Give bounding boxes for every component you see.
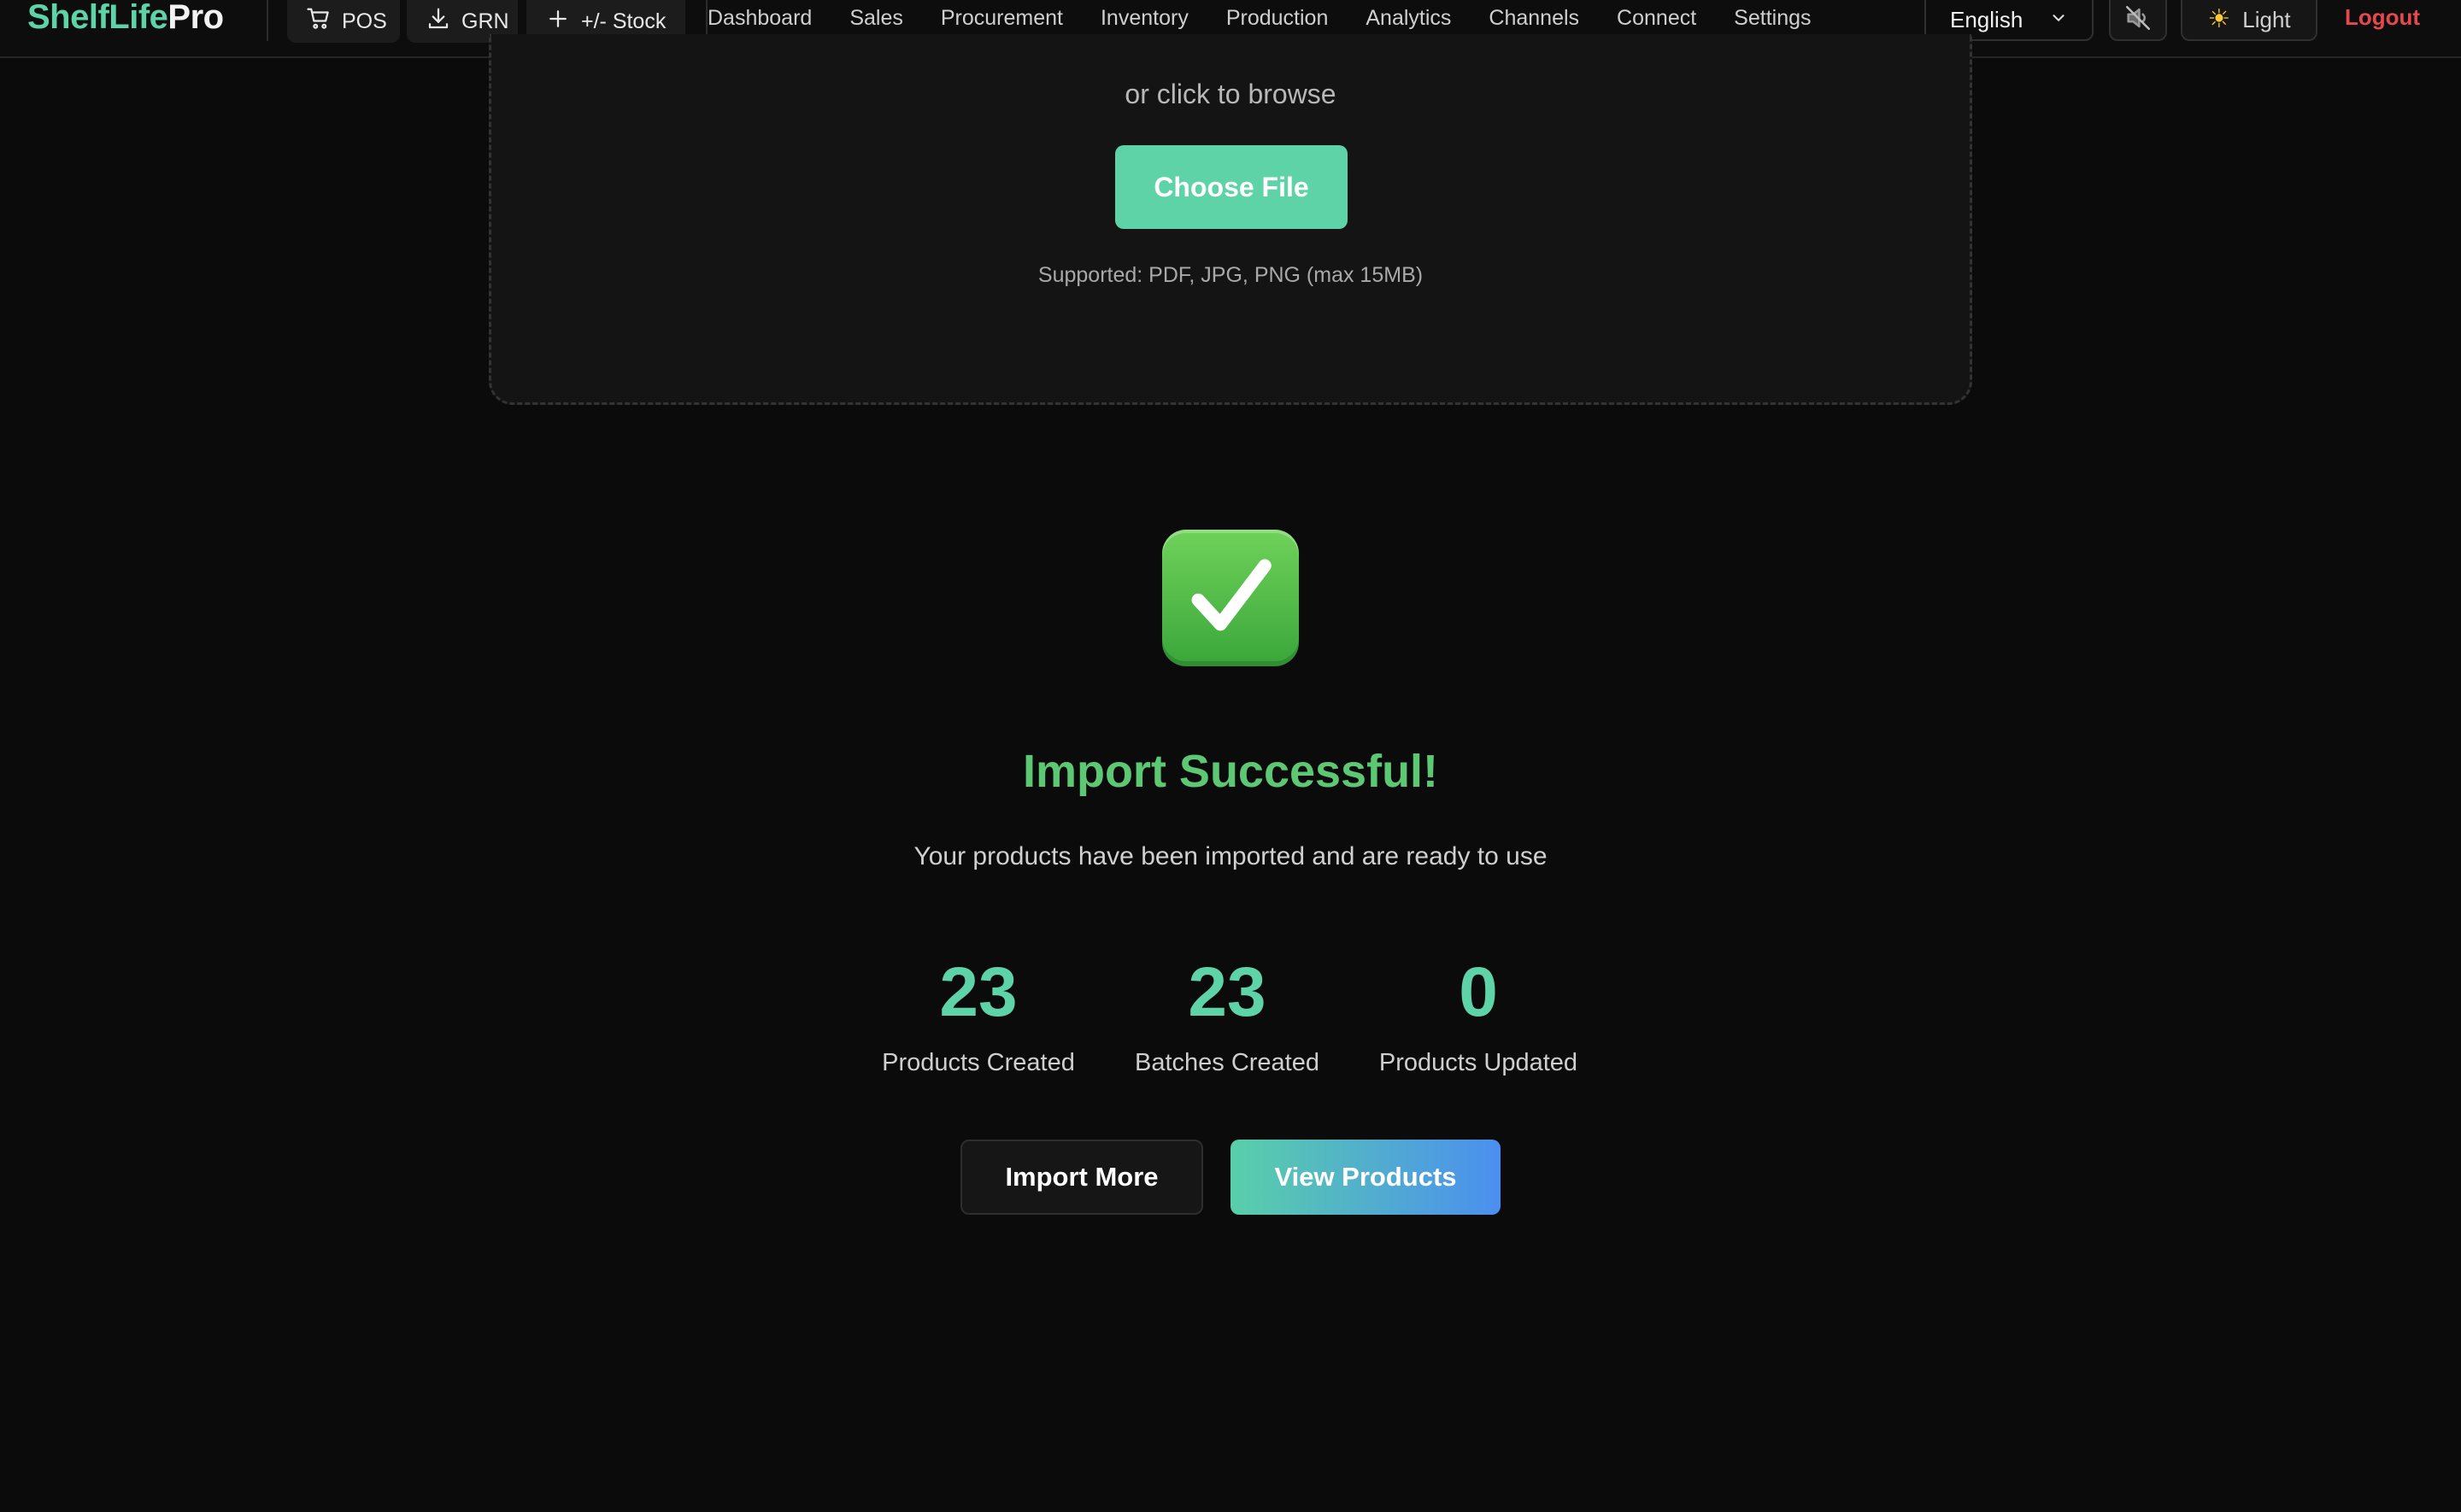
- download-icon: [426, 6, 451, 38]
- nav-item-procurement[interactable]: Procurement: [922, 0, 1082, 36]
- sun-icon: ☀: [2207, 5, 2231, 33]
- nav-item-analytics[interactable]: Analytics: [1347, 0, 1470, 36]
- nav-item-dashboard[interactable]: Dashboard: [708, 0, 831, 36]
- stat-products-updated: 0 Products Updated: [1367, 948, 1589, 1077]
- sound-toggle-button[interactable]: [2109, 0, 2167, 41]
- brand-name-part2: Pro: [167, 0, 224, 36]
- stat-value: 23: [939, 953, 1018, 1031]
- speaker-muted-icon: [2123, 3, 2153, 37]
- supported-formats-text: Supported: PDF, JPG, PNG (max 15MB): [1037, 263, 1424, 287]
- import-success-title: Import Successful!: [1022, 746, 1439, 797]
- logout-link[interactable]: Logout: [2345, 0, 2420, 34]
- stat-label: Batches Created: [1134, 1049, 1319, 1076]
- stat-label: Products Created: [882, 1049, 1075, 1076]
- pos-button[interactable]: POS: [287, 0, 400, 43]
- stock-adjust-button-label: +/- Stock: [581, 9, 667, 33]
- cart-icon: [306, 6, 332, 38]
- stat-products-created: 23 Products Created: [863, 948, 1094, 1077]
- theme-toggle-button[interactable]: ☀ Light: [2181, 0, 2317, 41]
- brand-name-part1: ShelfLife: [27, 0, 168, 36]
- stat-batches-created: 23 Batches Created: [1116, 948, 1338, 1077]
- language-select-value: English: [1950, 6, 2023, 32]
- stat-label: Products Updated: [1378, 1049, 1578, 1076]
- view-products-button[interactable]: View Products: [1230, 1140, 1501, 1215]
- import-more-button[interactable]: Import More: [960, 1140, 1203, 1215]
- grn-button-label: GRN: [461, 9, 509, 33]
- nav-item-sales[interactable]: Sales: [831, 0, 922, 36]
- plus-icon: [545, 6, 571, 38]
- stat-value: 23: [1188, 953, 1266, 1031]
- chevron-down-icon: [2049, 7, 2068, 33]
- nav-item-channels[interactable]: Channels: [1470, 0, 1598, 36]
- nav-item-settings[interactable]: Settings: [1715, 0, 1830, 36]
- choose-file-button[interactable]: Choose File: [1115, 145, 1348, 229]
- theme-toggle-label: Light: [2242, 6, 2291, 32]
- check-box-icon: [1162, 530, 1299, 666]
- nav-item-inventory[interactable]: Inventory: [1082, 0, 1207, 36]
- import-success-subtitle: Your products have been imported and are…: [913, 842, 1548, 870]
- browse-hint: or click to browse: [1125, 79, 1336, 109]
- brand-logo[interactable]: ShelfLifePro: [27, 0, 224, 34]
- nav-item-connect[interactable]: Connect: [1598, 0, 1715, 36]
- nav-item-production[interactable]: Production: [1207, 0, 1348, 36]
- main-nav: Dashboard Sales Procurement Inventory Pr…: [708, 0, 1830, 36]
- brand-divider: [267, 0, 268, 41]
- file-dropzone[interactable]: or click to browse Choose File Supported…: [489, 34, 1972, 405]
- pos-button-label: POS: [342, 9, 387, 33]
- stat-value: 0: [1459, 953, 1498, 1031]
